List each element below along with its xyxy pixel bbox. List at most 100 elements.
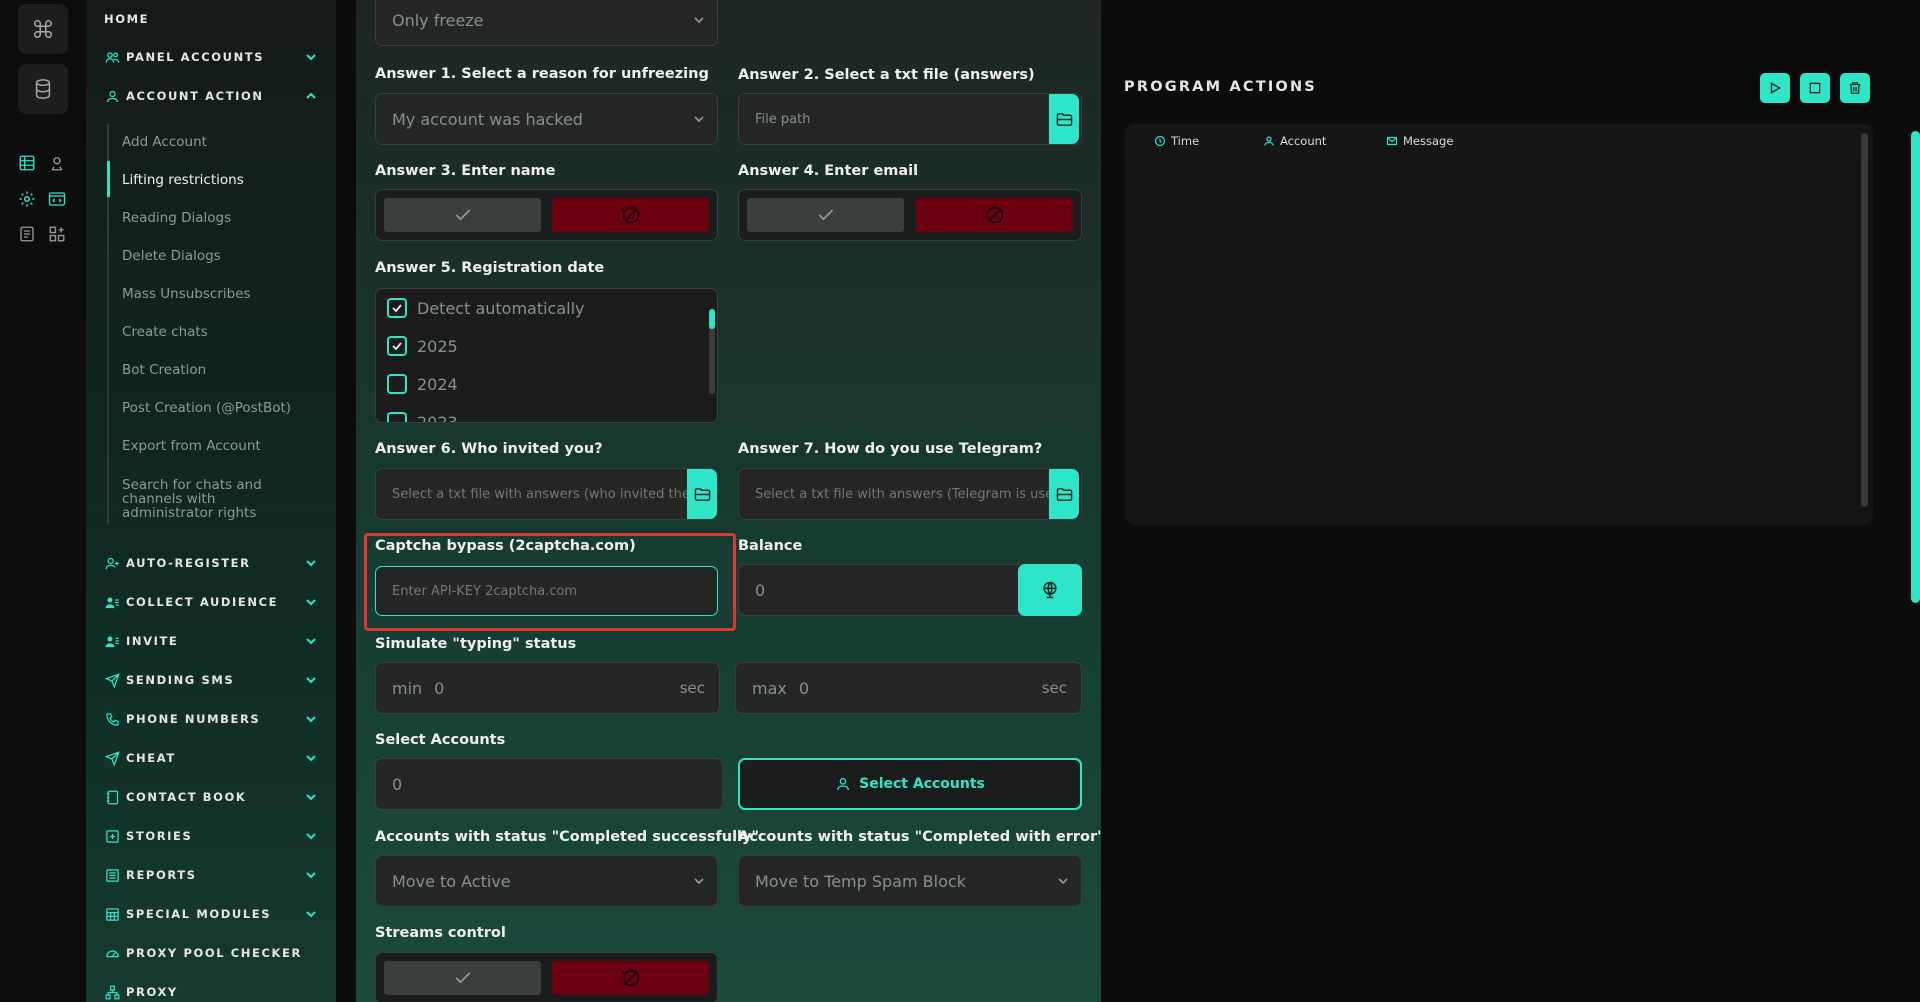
clear-log-button[interactable]: [1840, 73, 1870, 103]
nav-home[interactable]: HOME: [104, 7, 318, 31]
answer4-disable-button[interactable]: [916, 198, 1073, 232]
regdate-option[interactable]: Detect automatically: [387, 297, 585, 319]
answer2-browse-button[interactable]: [1049, 94, 1079, 144]
answer3-enable-button[interactable]: [384, 198, 541, 232]
sidebar-item-mass-unsubscribes[interactable]: Mass Unsubscribes: [122, 287, 312, 301]
ban-icon: [986, 206, 1003, 224]
check-icon: [455, 972, 470, 984]
answer7-browse-button[interactable]: [1049, 469, 1079, 519]
mode-select[interactable]: Only freeze: [375, 0, 718, 46]
answer4-toggle: [738, 189, 1082, 241]
send-icon: [104, 750, 120, 766]
widgets-icon[interactable]: [46, 223, 68, 245]
typing-max-prefix: max: [752, 678, 787, 698]
nav-special-modules[interactable]: SPECIAL MODULES: [104, 902, 318, 926]
nav-account-action-label: ACCOUNT ACTION: [126, 89, 264, 103]
nav-invite[interactable]: INVITE: [104, 629, 318, 653]
nav-cheat[interactable]: CHEAT: [104, 746, 318, 770]
sidebar-item-add-account[interactable]: Add Account: [122, 135, 312, 149]
answer1-select[interactable]: My account was hacked: [375, 93, 718, 145]
log-column-time[interactable]: Time: [1153, 134, 1199, 148]
typing-min-input[interactable]: min 0 sec: [375, 662, 720, 714]
nav-phone-numbers[interactable]: PHONE NUMBERS: [104, 707, 318, 731]
success-status-select[interactable]: Move to Active: [375, 855, 718, 907]
start-button[interactable]: [1760, 73, 1790, 103]
sidebar-item-delete-dialogs[interactable]: Delete Dialogs: [122, 249, 312, 263]
typing-max-input[interactable]: max 0 sec: [735, 662, 1082, 714]
typing-min-unit: sec: [679, 679, 705, 697]
regdate-option-label: 2024: [417, 374, 458, 394]
nav-proxy-label: PROXY: [126, 985, 178, 999]
error-status-select[interactable]: Move to Temp Spam Block: [738, 855, 1082, 907]
sidebar-item-reading-dialogs[interactable]: Reading Dialogs: [122, 211, 312, 225]
nav-proxy[interactable]: PROXY: [104, 980, 318, 1002]
nav-proxy-pool-checker[interactable]: PROXY POOL CHECKER: [104, 941, 318, 965]
answer6-browse-button[interactable]: [687, 469, 717, 519]
answer6-file-input[interactable]: Select a txt file with answers (who invi…: [375, 468, 718, 520]
checkbox-unchecked[interactable]: [387, 412, 407, 422]
answer3-disable-button[interactable]: [552, 198, 709, 232]
nav-reports-label: REPORTS: [126, 868, 197, 882]
location-user-icon[interactable]: [46, 152, 68, 174]
sidebar-item-export-from-account[interactable]: Export from Account: [122, 439, 312, 453]
settings-icon[interactable]: [16, 188, 38, 210]
list-scrollbar-thumb[interactable]: [709, 309, 715, 329]
notes-icon[interactable]: [16, 223, 38, 245]
checkbox-checked[interactable]: [387, 298, 407, 318]
sidebar-item-bot-creation[interactable]: Bot Creation: [122, 363, 312, 377]
log-column-account[interactable]: Account: [1262, 134, 1326, 148]
command-icon: [34, 20, 52, 38]
check-icon: [455, 209, 470, 221]
nav-panel-accounts[interactable]: PANEL ACCOUNTS: [104, 45, 318, 69]
log-scrollbar[interactable]: [1861, 133, 1868, 507]
sidebar-item-search-admin-chats[interactable]: Search for chats and channels with admin…: [122, 478, 302, 520]
checkbox-checked[interactable]: [387, 336, 407, 356]
nav-contact-book[interactable]: CONTACT BOOK: [104, 785, 318, 809]
typing-min-value: 0: [434, 678, 445, 698]
check-balance-button[interactable]: [1018, 564, 1082, 616]
stop-button[interactable]: [1800, 73, 1830, 103]
regdate-option[interactable]: 2024: [387, 373, 458, 395]
nav-auto-register[interactable]: AUTO-REGISTER: [104, 551, 318, 575]
check-icon: [392, 304, 402, 313]
checkbox-unchecked[interactable]: [387, 374, 407, 394]
database-button[interactable]: [18, 64, 68, 114]
spreadsheet-icon[interactable]: [16, 152, 38, 174]
registration-date-list[interactable]: Detect automatically 2025 2024 2023: [375, 288, 718, 423]
nav-sending-sms[interactable]: SENDING SMS: [104, 668, 318, 692]
page-scrollbar[interactable]: [1911, 131, 1920, 603]
command-button[interactable]: [18, 4, 68, 54]
code-window-icon[interactable]: [46, 188, 68, 210]
regdate-option[interactable]: 2023: [387, 411, 458, 422]
chevron-down-icon: [304, 751, 318, 765]
streams-enable-button[interactable]: [384, 961, 541, 995]
answer4-enable-button[interactable]: [747, 198, 904, 232]
nav-panel-accounts-label: PANEL ACCOUNTS: [126, 50, 265, 64]
answer6-label: Answer 6. Who invited you?: [375, 441, 603, 457]
answer2-file-input[interactable]: File path: [738, 93, 1082, 145]
captcha-api-key-input[interactable]: Enter API-KEY 2captcha.com: [375, 566, 718, 616]
invite-icon: [104, 633, 120, 649]
user-icon: [1262, 134, 1276, 148]
audience-icon: [104, 594, 120, 610]
nav-stories[interactable]: STORIES: [104, 824, 318, 848]
nav-reports[interactable]: REPORTS: [104, 863, 318, 887]
selected-accounts-value: 0: [392, 774, 403, 794]
nav-account-action[interactable]: ACCOUNT ACTION: [104, 84, 318, 108]
users-icon: [104, 49, 120, 65]
chevron-down-icon: [304, 556, 318, 570]
sidebar-item-create-chats[interactable]: Create chats: [122, 325, 312, 339]
mail-icon: [1385, 134, 1399, 148]
streams-disable-button[interactable]: [552, 961, 709, 995]
log-column-message[interactable]: Message: [1385, 134, 1453, 148]
mode-select-value: Only freeze: [392, 10, 484, 30]
answer7-label: Answer 7. How do you use Telegram?: [738, 441, 1043, 457]
answer7-file-input[interactable]: Select a txt file with answers (Telegram…: [738, 468, 1082, 520]
select-accounts-button[interactable]: Select Accounts: [738, 758, 1082, 810]
regdate-option[interactable]: 2025: [387, 335, 458, 357]
sidebar-item-lifting-restrictions[interactable]: Lifting restrictions: [122, 173, 312, 187]
main-form: Only freeze Answer 1. Select a reason fo…: [356, 0, 1101, 1002]
action-log-table[interactable]: Time Account Message: [1125, 124, 1873, 525]
nav-collect-audience[interactable]: COLLECT AUDIENCE: [104, 590, 318, 614]
sidebar-item-post-creation[interactable]: Post Creation (@PostBot): [122, 401, 312, 415]
